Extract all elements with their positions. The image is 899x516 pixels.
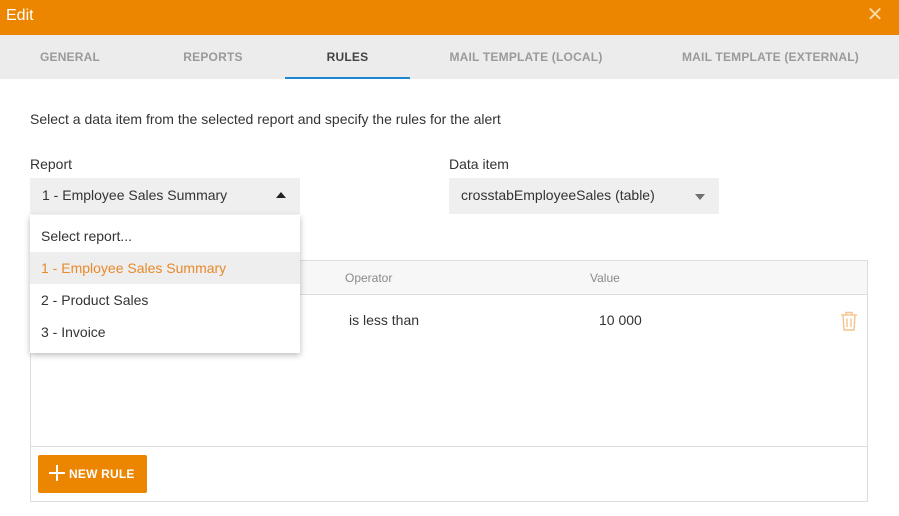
dropdown-option-invoice[interactable]: 3 - Invoice	[30, 316, 300, 348]
tab-rules[interactable]: RULES	[285, 35, 410, 79]
tab-reports[interactable]: REPORTS	[163, 35, 263, 79]
chevron-down-icon	[695, 194, 705, 200]
dialog-title: Edit	[6, 7, 34, 24]
dropdown-option-product-sales[interactable]: 2 - Product Sales	[30, 284, 300, 316]
value-column-header: Value	[590, 271, 620, 285]
tab-mail-template-external[interactable]: MAIL TEMPLATE (EXTERNAL)	[670, 35, 871, 79]
report-select-value: 1 - Employee Sales Summary	[42, 187, 228, 203]
data-item-select-value: crosstabEmployeeSales (table)	[461, 187, 655, 203]
trash-icon[interactable]	[839, 310, 859, 332]
panel-divider	[31, 446, 867, 447]
instruction-text: Select a data item from the selected rep…	[30, 111, 501, 127]
data-item-label: Data item	[449, 156, 509, 172]
report-select[interactable]: 1 - Employee Sales Summary	[30, 178, 300, 214]
rule-operator[interactable]: is less than	[349, 312, 419, 328]
plus-icon	[49, 465, 65, 481]
report-label: Report	[30, 156, 73, 172]
new-rule-button[interactable]: NEW RULE	[38, 455, 147, 493]
dropdown-option-select-report[interactable]: Select report...	[30, 220, 300, 252]
tab-general[interactable]: GENERAL	[20, 35, 120, 79]
close-icon[interactable]: ✕	[864, 4, 886, 26]
tab-mail-template-local[interactable]: MAIL TEMPLATE (LOCAL)	[440, 35, 612, 79]
tab-bar: GENERAL REPORTS RULES MAIL TEMPLATE (LOC…	[0, 35, 899, 79]
chevron-up-icon	[276, 192, 286, 198]
data-item-select[interactable]: crosstabEmployeeSales (table)	[449, 178, 719, 214]
rule-value[interactable]: 10 000	[599, 312, 642, 328]
dialog-titlebar: Edit ✕	[0, 0, 899, 35]
new-rule-label: NEW RULE	[69, 467, 135, 481]
dropdown-option-employee-sales-summary[interactable]: 1 - Employee Sales Summary	[30, 252, 300, 284]
report-dropdown-menu: Select report... 1 - Employee Sales Summ…	[30, 215, 300, 353]
operator-column-header: Operator	[345, 271, 393, 285]
